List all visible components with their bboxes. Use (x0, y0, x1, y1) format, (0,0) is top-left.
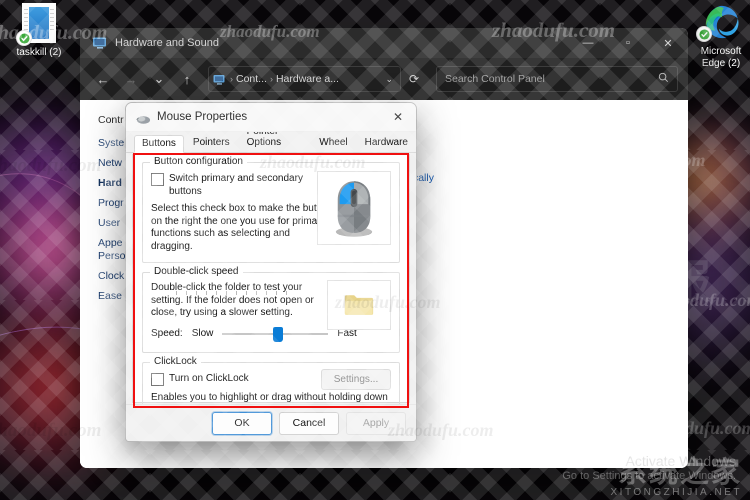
click-lock-settings-button[interactable]: Settings... (321, 369, 391, 390)
slider-thumb[interactable] (273, 326, 284, 342)
click-lock-label: Turn on ClickLock (169, 373, 249, 384)
group-label: ClickLock (150, 356, 201, 367)
back-button[interactable]: ← (90, 66, 116, 92)
dialog-title-bar: Mouse Properties ✕ (126, 103, 416, 132)
group-label: Button configuration (150, 156, 247, 167)
control-panel-icon (213, 73, 227, 85)
group-double-click-speed: Double-click speed Double-click the fold… (142, 266, 400, 353)
search-placeholder: Search Control Panel (445, 73, 545, 85)
switch-buttons-checkbox[interactable] (151, 173, 164, 186)
mouse-preview (317, 171, 391, 245)
switch-buttons-label: Switch primary and secondary buttons (169, 173, 303, 197)
breadcrumb-separator: › (230, 74, 233, 84)
tab-panel-buttons: Button configuration Switch primary and … (132, 154, 410, 441)
desktop-icon-label: taskkill (2) (16, 47, 62, 58)
refresh-icon[interactable]: ⟳ (403, 67, 425, 91)
mouse-icon (136, 112, 151, 124)
desktop-icon-taskkill[interactable]: taskkill (2) (2, 2, 76, 59)
click-lock-checkbox[interactable] (151, 373, 164, 386)
up-button[interactable]: ↑ (174, 66, 200, 92)
folder-icon (344, 295, 374, 315)
tab-bar: Buttons Pointers Pointer Options Wheel H… (126, 126, 416, 153)
mouse-properties-dialog[interactable]: Mouse Properties ✕ Buttons Pointers Poin… (125, 102, 417, 442)
button-configuration-description: Select this check box to make the button… (151, 203, 331, 252)
group-button-configuration: Button configuration Switch primary and … (142, 156, 400, 263)
edge-icon (696, 2, 742, 44)
speed-label: Speed: (151, 328, 183, 339)
minimize-button[interactable]: — (568, 28, 608, 58)
breadcrumb-separator: › (269, 74, 273, 84)
maximize-button[interactable]: ▫ (608, 28, 648, 58)
window-title-bar: Hardware and Sound — ▫ ✕ (80, 28, 688, 58)
search-icon (658, 72, 669, 86)
mouse-preview-icon (335, 181, 373, 237)
desktop-icon-label: Microsoft Edge (2) (700, 46, 742, 69)
control-panel-icon (92, 36, 108, 50)
breadcrumb[interactable]: › Cont... › Hardware a... ⌄ (208, 66, 401, 92)
window-title: Hardware and Sound (115, 37, 219, 49)
dialog-footer: OK Cancel Apply (126, 404, 416, 441)
tab-wheel[interactable]: Wheel (311, 134, 355, 152)
tab-buttons[interactable]: Buttons (134, 135, 184, 153)
sync-badge-icon (696, 26, 712, 42)
chevron-down-icon[interactable]: ⌄ (385, 74, 396, 85)
window-controls: — ▫ ✕ (568, 28, 688, 58)
close-button[interactable]: ✕ (648, 28, 688, 58)
group-label: Double-click speed (150, 266, 243, 277)
sync-badge-icon (16, 30, 32, 46)
document-icon (16, 3, 60, 46)
double-click-speed-slider[interactable] (222, 326, 329, 342)
double-click-test-area[interactable] (327, 280, 391, 330)
slow-label: Slow (191, 328, 214, 339)
navigation-bar: ← → ⌄ ↑ › Cont... › Hardware a... ⌄ ⟳ Se… (80, 58, 688, 100)
forward-button[interactable]: → (118, 66, 144, 92)
recent-locations-button[interactable]: ⌄ (146, 66, 172, 92)
dialog-title: Mouse Properties (157, 111, 248, 123)
slider-ticks (176, 291, 288, 295)
tab-pointers[interactable]: Pointers (185, 134, 238, 152)
breadcrumb-item-1[interactable]: Cont... (236, 73, 267, 85)
breadcrumb-item-2[interactable]: Hardware a... (276, 73, 339, 85)
apply-button[interactable]: Apply (346, 411, 406, 435)
switch-buttons-checkbox-row[interactable]: Switch primary and secondary buttons (151, 172, 329, 198)
close-icon[interactable]: ✕ (380, 103, 416, 131)
ok-button[interactable]: OK (212, 411, 272, 435)
double-click-description: Double-click the folder to test your set… (151, 282, 314, 318)
desktop-icon-edge[interactable]: Microsoft Edge (2) (693, 2, 749, 70)
tab-hardware[interactable]: Hardware (357, 134, 416, 152)
search-input[interactable]: Search Control Panel (436, 66, 678, 92)
cancel-button[interactable]: Cancel (279, 411, 339, 435)
